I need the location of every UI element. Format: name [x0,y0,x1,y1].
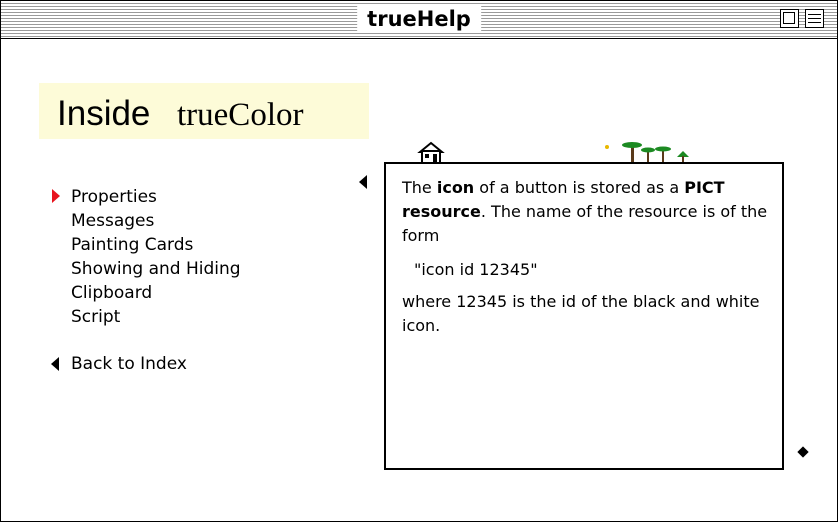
help-window: trueHelp Inside trueColor Properties Mes… [0,0,838,522]
collapse-line-icon [808,14,821,15]
back-to-index-link[interactable]: Back to Index [71,352,187,376]
zoom-box-icon [783,12,795,24]
help-text-panel: The icon of a button is stored as a PICT… [384,162,784,470]
help-paragraph-2: where 12345 is the id of the black and w… [402,292,760,335]
nav-item-painting-cards[interactable]: Painting Cards [71,233,241,257]
nav-item-messages[interactable]: Messages [71,209,241,233]
banner-title-part1: Inside [57,94,151,133]
term-pict: PICT [684,178,725,197]
code-example: "icon id 12345" [414,260,538,279]
nav-item-clipboard[interactable]: Clipboard [71,281,241,305]
zoom-box-button[interactable] [780,9,799,28]
diamond-icon [797,446,809,458]
nav-item-properties[interactable]: Properties [71,185,241,209]
back-arrow-icon[interactable] [51,357,59,371]
page-banner: Inside trueColor [39,83,369,139]
title-bar[interactable]: trueHelp [1,1,837,39]
text-run: The [402,178,437,197]
nav-item-showing-and-hiding[interactable]: Showing and Hiding [71,257,241,281]
collapse-line-icon [808,18,821,19]
term-icon: icon [436,178,475,197]
banner-title-part2: trueColor [177,97,304,133]
term-resource: resource [402,202,481,221]
sun-dot-icon [605,145,609,149]
window-title: trueHelp [357,6,481,32]
topic-nav: Properties Messages Painting Cards Showi… [71,185,241,329]
trees-icon [622,142,689,163]
selected-marker-icon [52,189,60,203]
collapse-box-button[interactable] [805,9,824,28]
collapse-line-icon [808,22,821,23]
help-paragraph-1: The icon of a button is stored as a PICT… [402,176,774,248]
text-run: of a button is stored as a [474,178,685,197]
prev-arrow-icon[interactable] [359,175,367,189]
nav-item-script[interactable]: Script [71,305,241,329]
help-text: The icon of a button is stored as a PICT… [402,176,774,338]
